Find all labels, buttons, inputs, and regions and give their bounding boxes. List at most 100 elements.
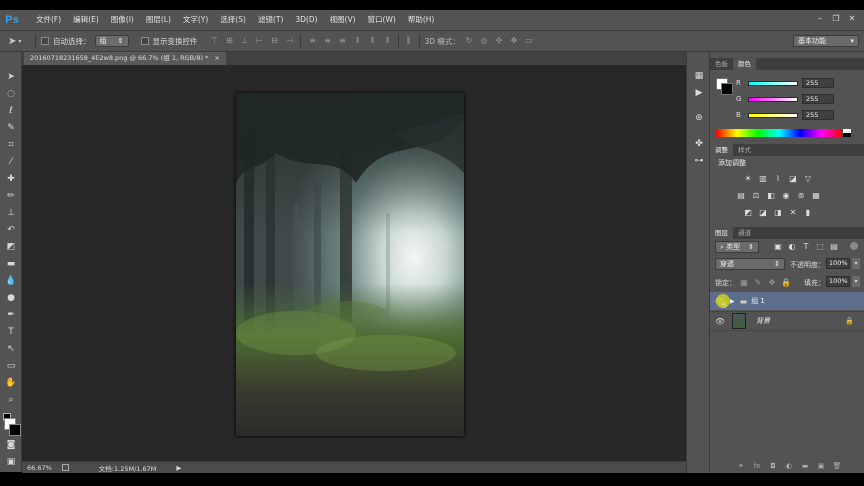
lock-pixels-icon[interactable]: ✎ [752, 277, 764, 288]
align-vcenter-icon[interactable]: ⊞ [225, 36, 235, 46]
color-spectrum-bar[interactable] [716, 129, 842, 137]
dodge-tool-icon[interactable]: ● [3, 291, 19, 305]
eraser-tool-icon[interactable]: ◩ [3, 240, 19, 254]
tab-styles[interactable]: 样式 [733, 144, 756, 156]
status-menu-arrow-icon[interactable]: ▶ [176, 464, 181, 472]
exposure-icon[interactable]: ◪ [787, 173, 799, 184]
crop-tool-icon[interactable]: ⌗ [3, 138, 19, 152]
tab-channels[interactable]: 通道 [733, 227, 756, 239]
channel-mixer-icon[interactable]: ⊚ [795, 190, 807, 201]
close-tab-icon[interactable]: × [214, 54, 219, 62]
eyedropper-tool-icon[interactable]: ⁄ [3, 155, 19, 169]
lock-transparency-icon[interactable]: ▦ [738, 277, 750, 288]
tab-layers[interactable]: 图层 [710, 227, 733, 239]
quick-mask-icon[interactable]: ◙ [3, 438, 19, 452]
restore-icon[interactable]: ❐ [830, 13, 842, 25]
threshold-icon[interactable]: ◨ [772, 207, 784, 218]
new-group-icon[interactable]: ▬ [800, 462, 810, 471]
filter-pixel-icon[interactable]: ▣ [772, 241, 784, 252]
pen-tool-icon[interactable]: ✒ [3, 308, 19, 322]
zoom-tool-icon[interactable]: ⌕ [3, 393, 19, 407]
delete-layer-icon[interactable]: 🗑 [832, 462, 842, 471]
distribute-top-icon[interactable]: ≡ [308, 36, 318, 46]
curves-icon[interactable]: ⌇ [772, 173, 784, 184]
move-tool-icon[interactable]: ➤ [3, 70, 19, 84]
distribute-hcenter-icon[interactable]: ⦀ [368, 36, 378, 46]
align-bottom-icon[interactable]: ⊥ [240, 36, 250, 46]
black-white-icon[interactable]: ◧ [765, 190, 777, 201]
close-icon[interactable]: ✕ [846, 13, 858, 25]
menu-image[interactable]: 图像(I) [105, 10, 140, 30]
visibility-eye-icon[interactable]: 👁 [710, 317, 730, 326]
brush-tool-icon[interactable]: ✏ [3, 189, 19, 203]
align-hcenter-icon[interactable]: ⊟ [270, 36, 280, 46]
lock-position-icon[interactable]: ✥ [766, 277, 778, 288]
color-balance-icon[interactable]: ⚖ [750, 190, 762, 201]
menu-edit[interactable]: 编辑(E) [67, 10, 105, 30]
levels-icon[interactable]: ▥ [757, 173, 769, 184]
healing-brush-tool-icon[interactable]: ✚ [3, 172, 19, 186]
zoom-level[interactable]: 66.67% [27, 464, 52, 472]
3d-rotate-icon[interactable]: ↻ [464, 36, 474, 46]
layer-filter-dropdown[interactable]: ⌕ 类型 ⇕ [715, 241, 759, 253]
gradient-map-icon[interactable]: ▮ [802, 207, 814, 218]
background-color-swatch[interactable] [721, 83, 733, 95]
filter-smart-icon[interactable]: ▤ [828, 241, 840, 252]
gradient-tool-icon[interactable]: ▬ [3, 257, 19, 271]
history-brush-tool-icon[interactable]: ↶ [3, 223, 19, 237]
tab-color[interactable]: 颜色 [733, 58, 756, 70]
chevron-down-icon[interactable]: ▾ [852, 258, 860, 269]
lasso-tool-icon[interactable]: ℓ [3, 104, 19, 118]
posterize-icon[interactable]: ◪ [757, 207, 769, 218]
hand-tool-icon[interactable]: ✋ [3, 376, 19, 390]
selective-color-icon[interactable]: ✕ [787, 207, 799, 218]
distribute-left-icon[interactable]: ⦀ [353, 36, 363, 46]
workspace-switcher[interactable]: 基本功能 ▾ [793, 35, 859, 47]
chevron-down-icon[interactable]: ▾ [852, 276, 860, 287]
color-slider-g[interactable]: G 255 [736, 94, 862, 104]
layer-row-background[interactable]: 👁 背景 🔒 [710, 311, 864, 331]
auto-align-icon[interactable]: ⫼ [404, 36, 414, 46]
distribute-bottom-icon[interactable]: ≡ [338, 36, 348, 46]
layer-style-icon[interactable]: fx [752, 462, 762, 471]
3d-pan-icon[interactable]: ✣ [494, 36, 504, 46]
expand-arrow-icon[interactable]: ▶ [730, 298, 735, 305]
distribute-right-icon[interactable]: ⦀ [383, 36, 393, 46]
background-color-swatch[interactable] [9, 424, 21, 436]
quick-select-tool-icon[interactable]: ✎ [3, 121, 19, 135]
menu-view[interactable]: 视图(V) [324, 10, 362, 30]
minimize-icon[interactable]: – [814, 13, 826, 25]
photo-filter-icon[interactable]: ◉ [780, 190, 792, 201]
menu-filter[interactable]: 滤镜(T) [252, 10, 289, 30]
history-panel-icon[interactable]: ▦ [692, 70, 706, 82]
document-image[interactable] [236, 93, 464, 436]
layer-row-group-1[interactable]: 👁 ▶ ▬ 组 1 [710, 292, 864, 310]
link-layers-icon[interactable]: ⚭ [736, 462, 746, 471]
opacity-input[interactable]: 100% [826, 258, 850, 269]
align-top-icon[interactable]: ⊤ [210, 36, 220, 46]
distribute-vcenter-icon[interactable]: ≡ [323, 36, 333, 46]
auto-select-toggle[interactable]: 自动选择： [41, 36, 91, 47]
slider-track[interactable] [748, 96, 798, 102]
auto-select-checkbox[interactable] [41, 37, 49, 45]
actions-panel-icon[interactable]: ▶ [692, 87, 706, 99]
filter-toggle[interactable] [850, 242, 858, 250]
move-tool-preset[interactable]: ➤ ▾ [8, 32, 30, 50]
vibrance-icon[interactable]: ▽ [802, 173, 814, 184]
hue-saturation-icon[interactable]: ▤ [735, 190, 747, 201]
color-slider-b[interactable]: B 255 [736, 110, 862, 120]
filter-shape-icon[interactable]: ⬚ [814, 241, 826, 252]
menu-file[interactable]: 文件(F) [30, 10, 67, 30]
show-transform-checkbox[interactable] [140, 37, 149, 45]
color-slider-r[interactable]: R 255 [736, 78, 862, 88]
menu-select[interactable]: 选择(S) [214, 10, 252, 30]
invert-icon[interactable]: ◩ [742, 207, 754, 218]
layer-name[interactable]: 组 1 [751, 296, 765, 306]
slider-track[interactable] [748, 80, 798, 86]
tab-adjustments[interactable]: 调整 [710, 144, 733, 156]
3d-scale-icon[interactable]: ▭ [524, 36, 534, 46]
clone-stamp-tool-icon[interactable]: ⊥ [3, 206, 19, 220]
align-left-icon[interactable]: ⊢ [255, 36, 265, 46]
status-info-icon[interactable] [61, 464, 69, 471]
lock-all-icon[interactable]: 🔒 [780, 277, 792, 288]
